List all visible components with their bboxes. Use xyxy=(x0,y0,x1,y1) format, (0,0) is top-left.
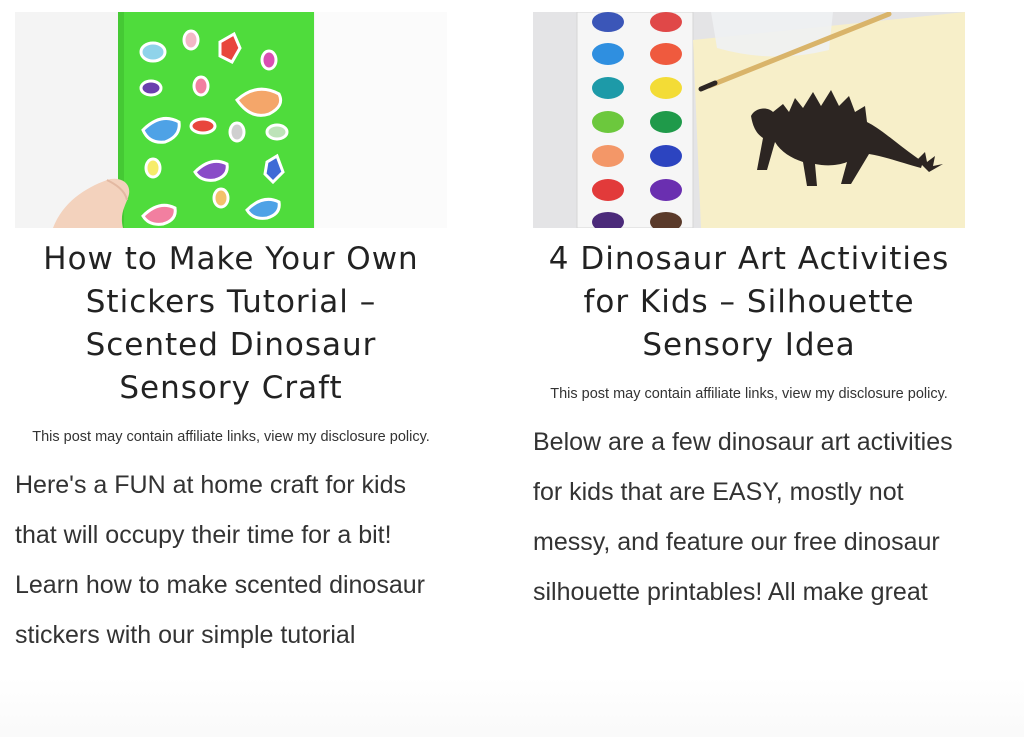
affiliate-disclosure: This post may contain affiliate links, v… xyxy=(32,429,430,445)
post-title[interactable]: How to Make Your Own Stickers Tutorial –… xyxy=(15,238,447,410)
post-thumbnail-stickers[interactable] xyxy=(15,12,447,228)
post-excerpt: Below are a few dinosaur art activities … xyxy=(533,428,953,606)
post-title[interactable]: 4 Dinosaur Art Activities for Kids – Sil… xyxy=(533,238,965,367)
post-card-dinosaur-art: 4 Dinosaur Art Activities for Kids – Sil… xyxy=(533,12,965,617)
post-card-stickers: How to Make Your Own Stickers Tutorial –… xyxy=(15,12,447,660)
affiliate-disclosure: This post may contain affiliate links, v… xyxy=(550,386,948,402)
watercolor-silhouette-image xyxy=(533,12,965,228)
bottom-fade-overlay xyxy=(0,677,1024,737)
post-excerpt: Here's a FUN at home craft for kids that… xyxy=(15,471,425,649)
post-thumbnail-dinosaur-art[interactable] xyxy=(533,12,965,228)
sticker-sheet-image xyxy=(15,12,447,228)
